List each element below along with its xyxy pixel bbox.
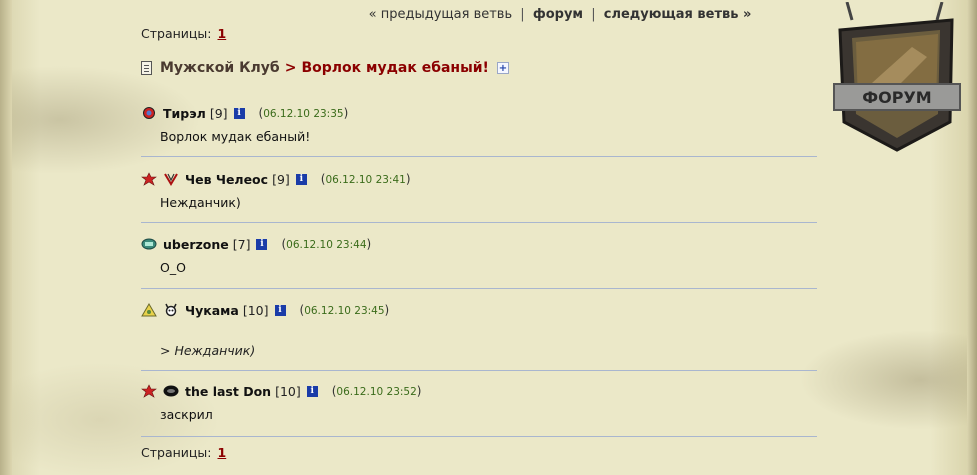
- next-thread-link[interactable]: следующая ветвь »: [604, 7, 752, 22]
- alignment-darkness-icon: [141, 172, 157, 186]
- pagination-bottom: Страницы: 1: [141, 445, 226, 460]
- post-time: (06.12.10 23:41): [321, 172, 411, 186]
- post-level: [10]: [275, 383, 301, 399]
- post-divider: [141, 370, 817, 371]
- info-icon[interactable]: i: [233, 107, 245, 119]
- paren: ): [384, 303, 390, 317]
- breadcrumb-separator: >: [284, 60, 297, 76]
- thread-navigation: « предыдущая ветвь | форум | следующая в…: [360, 7, 760, 22]
- clan-icon[interactable]: [163, 384, 179, 398]
- post: Чев Челеос [9] i (06.12.10 23:41) Неждан…: [141, 171, 817, 210]
- post: uberzone [7] i (06.12.10 23:44) O_O: [141, 236, 817, 275]
- post-header: Чукама [10] i (06.12.10 23:45): [141, 302, 817, 318]
- alignment-darkness-icon: [141, 384, 157, 398]
- post-level: [7]: [232, 236, 251, 252]
- document-icon: [141, 61, 152, 75]
- prev-thread-link[interactable]: « предыдущая ветвь: [369, 7, 513, 22]
- alignment-darkness-icon: [143, 107, 155, 119]
- post-timestamp: 06.12.10 23:45: [304, 305, 385, 317]
- post-text: Нежданчик): [160, 195, 241, 210]
- forum-emblem[interactable]: ФОРУМ: [822, 2, 972, 152]
- paren: ): [416, 384, 422, 398]
- post-text: заскрил: [160, 407, 213, 422]
- forum-link[interactable]: форум: [533, 7, 583, 22]
- alignment-light-icon: [141, 303, 157, 317]
- post-timestamp: 06.12.10 23:44: [286, 239, 367, 251]
- post-author[interactable]: Чев Челеос: [185, 172, 268, 187]
- left-border: [0, 0, 12, 475]
- post-divider: [141, 288, 817, 289]
- breadcrumb: Мужской Клуб > Ворлок мудак ебаный! +: [141, 60, 509, 76]
- info-icon[interactable]: i: [274, 304, 286, 316]
- post-author[interactable]: the last Don: [185, 384, 271, 399]
- emblem-text: ФОРУМ: [862, 88, 931, 107]
- breadcrumb-forum[interactable]: Мужской Клуб: [160, 60, 280, 76]
- post-timestamp: 06.12.10 23:41: [325, 174, 406, 186]
- post-header: Тирэл [9] i (06.12.10 23:35): [141, 105, 817, 121]
- post-level: [9]: [272, 171, 290, 187]
- nav-separator: |: [520, 7, 525, 22]
- post-timestamp: 06.12.10 23:35: [263, 108, 344, 120]
- info-icon[interactable]: i: [306, 385, 318, 397]
- post: Тирэл [9] i (06.12.10 23:35) Ворлок муда…: [141, 105, 817, 144]
- post-divider: [141, 436, 817, 437]
- post-time: (06.12.10 23:52): [332, 384, 422, 398]
- alignment-neutral-icon: [141, 238, 157, 250]
- post-time: (06.12.10 23:45): [300, 303, 390, 317]
- clan-icon[interactable]: [163, 172, 179, 186]
- pages-label: Страницы:: [141, 26, 212, 41]
- paren: ): [343, 106, 349, 120]
- nav-separator: |: [591, 7, 596, 22]
- post-author[interactable]: Тирэл: [163, 106, 206, 121]
- add-reply-icon[interactable]: +: [496, 62, 509, 74]
- page-link-1[interactable]: 1: [218, 445, 227, 460]
- post-timestamp: 06.12.10 23:52: [336, 386, 417, 398]
- post-header: the last Don [10] i (06.12.10 23:52): [141, 383, 817, 399]
- post-time: (06.12.10 23:35): [259, 106, 349, 120]
- post-time: (06.12.10 23:44): [281, 237, 371, 251]
- post-text: Ворлок мудак ебаный!: [160, 129, 311, 144]
- post-author[interactable]: uberzone: [163, 237, 229, 252]
- pagination-top: Страницы: 1: [141, 26, 226, 41]
- paren: ): [366, 237, 372, 251]
- post-divider: [141, 156, 817, 157]
- pages-label: Страницы:: [141, 445, 212, 460]
- page-link-1[interactable]: 1: [218, 26, 227, 41]
- paren: ): [405, 172, 411, 186]
- post: Чукама [10] i (06.12.10 23:45) > Нежданч…: [141, 302, 817, 358]
- info-icon[interactable]: i: [256, 238, 268, 250]
- post-header: uberzone [7] i (06.12.10 23:44): [141, 236, 817, 252]
- post-quote: > Нежданчик): [160, 343, 256, 358]
- post: the last Don [10] i (06.12.10 23:52) зас…: [141, 383, 817, 422]
- post-text: O_O: [160, 260, 186, 275]
- post-level: [10]: [242, 302, 269, 318]
- post-header: Чев Челеос [9] i (06.12.10 23:41): [141, 171, 817, 187]
- thread-title: Ворлок мудак ебаный!: [301, 60, 489, 76]
- info-icon[interactable]: i: [295, 173, 307, 185]
- post-level: [9]: [209, 105, 228, 121]
- clan-icon[interactable]: [163, 303, 179, 317]
- post-divider: [141, 222, 817, 223]
- post-author[interactable]: Чукама: [185, 303, 239, 318]
